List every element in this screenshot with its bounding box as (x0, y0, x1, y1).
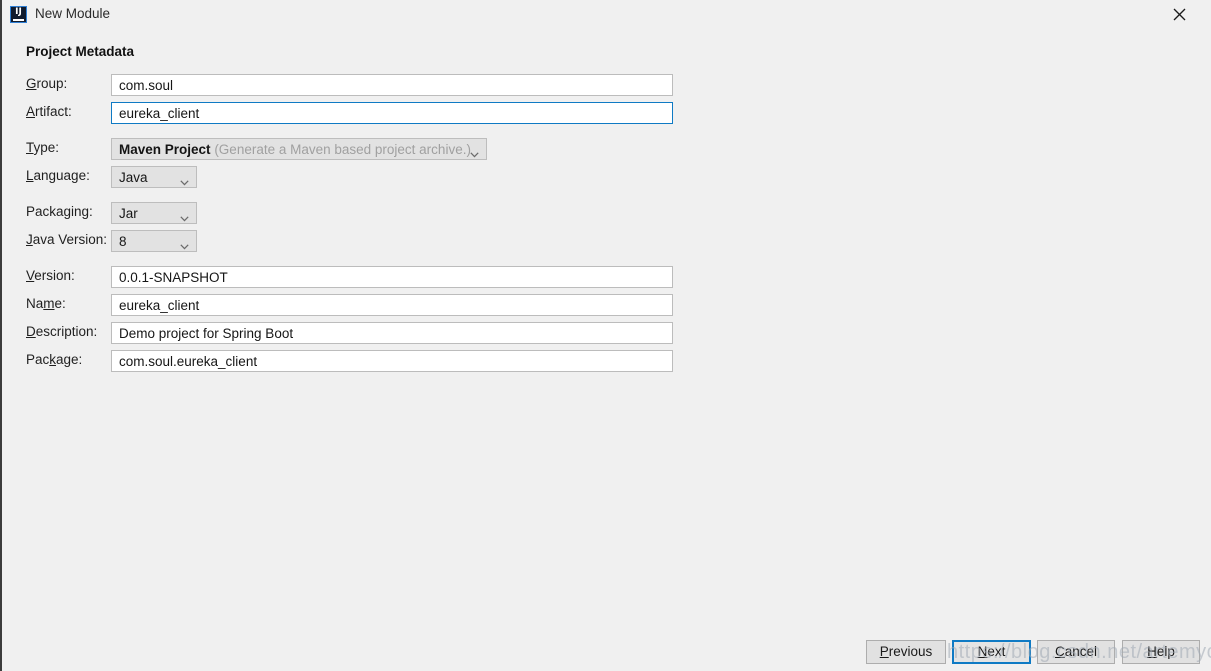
group-label: Group: (26, 76, 68, 91)
close-icon (1173, 8, 1186, 21)
group-input[interactable] (111, 74, 673, 96)
java-version-dropdown[interactable]: 8 (111, 230, 197, 252)
name-input[interactable] (111, 294, 673, 316)
language-label: Language: (26, 168, 90, 183)
previous-button[interactable]: Previous (866, 640, 946, 664)
chevron-down-icon (470, 146, 479, 158)
packaging-label: Packaging: (26, 204, 93, 219)
type-dropdown-value: Maven Project (Generate a Maven based pr… (119, 142, 471, 157)
name-label: Name: (26, 296, 66, 311)
cancel-button[interactable]: Cancel (1037, 640, 1115, 664)
dialog-title-bar: IJ New Module (2, 0, 1211, 30)
description-input[interactable] (111, 322, 673, 344)
help-button[interactable]: Help (1122, 640, 1200, 664)
chevron-down-icon (180, 210, 189, 222)
new-module-dialog: IJ New Module Project Metadata Group: Art… (0, 0, 1211, 671)
artifact-label: Artifact: (26, 104, 72, 119)
java-version-dropdown-value: 8 (119, 234, 127, 249)
version-input[interactable] (111, 266, 673, 288)
chevron-down-icon (180, 238, 189, 250)
intellij-idea-icon: IJ (10, 6, 27, 23)
language-dropdown-value: Java (119, 170, 148, 185)
page-title: Project Metadata (26, 44, 135, 59)
app-icon-text: IJ (15, 7, 22, 17)
artifact-input[interactable] (111, 102, 673, 124)
window-title: New Module (35, 6, 111, 21)
description-label: Description: (26, 324, 98, 339)
packaging-dropdown[interactable]: Jar (111, 202, 197, 224)
type-dropdown[interactable]: Maven Project (Generate a Maven based pr… (111, 138, 487, 160)
package-input[interactable] (111, 350, 673, 372)
chevron-down-icon (180, 174, 189, 186)
version-label: Version: (26, 268, 75, 283)
package-label: Package: (26, 352, 83, 367)
java-version-label: Java Version: (26, 232, 108, 247)
next-button[interactable]: Next (952, 640, 1031, 664)
close-button[interactable] (1157, 0, 1203, 30)
language-dropdown[interactable]: Java (111, 166, 197, 188)
app-icon-underbar (13, 19, 24, 21)
packaging-dropdown-value: Jar (119, 206, 138, 221)
type-label: Type: (26, 140, 60, 155)
